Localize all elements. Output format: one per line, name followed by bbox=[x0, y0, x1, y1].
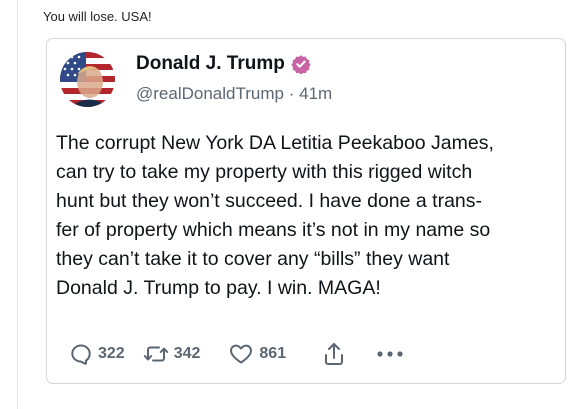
post-text-line: can try to take my property with this ri… bbox=[56, 161, 473, 183]
retweet-button[interactable]: 342 bbox=[143, 342, 201, 366]
retweet-count: 342 bbox=[173, 345, 201, 362]
post-text-line: fer of property which means it’s not in … bbox=[56, 219, 491, 241]
meta-separator: · bbox=[288, 84, 295, 103]
reply-icon bbox=[71, 344, 91, 365]
more-options-button[interactable] bbox=[376, 350, 404, 358]
author-meta: @realDonaldTrump · 41m bbox=[136, 84, 332, 104]
post-text-line: hunt but they won’t succeed. I have done… bbox=[56, 190, 483, 212]
embedded-post-card[interactable]: Donald J. Trump @realDonaldTrump · 41m T… bbox=[46, 38, 566, 384]
post-text-line: Donald J. Trump to pay. I win. MAGA! bbox=[56, 277, 381, 299]
post-text: The corrupt New York DA Letitia Peekaboo… bbox=[56, 129, 561, 303]
post-time[interactable]: 41m bbox=[299, 84, 332, 103]
like-button[interactable]: 861 bbox=[228, 342, 286, 366]
more-icon bbox=[377, 351, 403, 357]
avatar-image bbox=[60, 52, 115, 107]
retweet-icon bbox=[143, 346, 168, 362]
like-count: 861 bbox=[259, 345, 287, 362]
post-text-line: they can’t take it to cover any “bills” … bbox=[56, 248, 450, 270]
author-handle[interactable]: @realDonaldTrump bbox=[136, 84, 284, 103]
author-row: Donald J. Trump bbox=[136, 53, 311, 75]
left-divider bbox=[17, 0, 18, 409]
reply-button[interactable]: 322 bbox=[69, 342, 125, 366]
avatar[interactable] bbox=[60, 52, 115, 107]
post-caption: You will lose. USA! bbox=[43, 9, 152, 24]
post-actions: 322 342 861 bbox=[69, 341, 404, 367]
verified-badge-icon bbox=[291, 55, 311, 74]
post-text-line: The corrupt New York DA Letitia Peekaboo… bbox=[56, 132, 494, 154]
share-button[interactable] bbox=[322, 341, 346, 367]
share-icon bbox=[325, 343, 344, 365]
heart-icon bbox=[230, 344, 253, 364]
author-name[interactable]: Donald J. Trump bbox=[136, 53, 285, 75]
reply-count: 322 bbox=[98, 345, 125, 362]
